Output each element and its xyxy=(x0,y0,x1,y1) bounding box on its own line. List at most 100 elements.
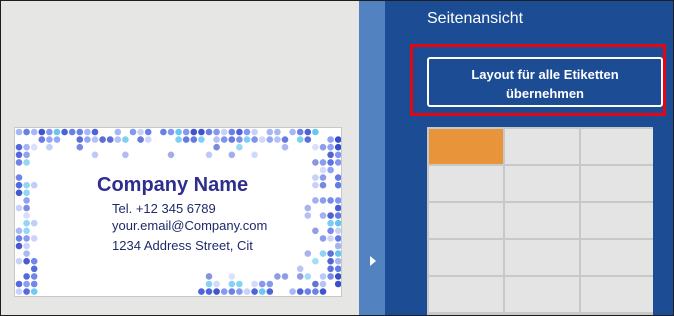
label-cell[interactable] xyxy=(505,203,579,238)
decorative-dot xyxy=(266,136,274,143)
decorative-dot xyxy=(30,265,38,273)
decorative-dot xyxy=(334,212,341,219)
decorative-dot xyxy=(15,189,23,197)
decorative-dot xyxy=(205,151,213,159)
decorative-dot xyxy=(91,136,99,143)
label-cell[interactable] xyxy=(505,129,579,164)
label-cell[interactable] xyxy=(429,166,503,201)
apply-layout-label-line2: übernehmen xyxy=(505,86,584,101)
decorative-dot xyxy=(30,219,38,227)
decorative-dot xyxy=(296,136,304,143)
decorative-dot xyxy=(213,288,220,295)
phone-text[interactable]: Tel. +12 345 6789 xyxy=(112,201,216,216)
decorative-dot xyxy=(281,136,289,143)
decorative-dot xyxy=(53,136,61,143)
label-cell[interactable] xyxy=(429,240,503,275)
decorative-dot xyxy=(30,235,38,242)
decorative-dot xyxy=(274,128,281,136)
label-cell[interactable] xyxy=(505,166,579,201)
decorative-dot xyxy=(129,128,137,136)
decorative-dot xyxy=(281,273,289,280)
decorative-dot xyxy=(122,151,129,159)
page-view-panel: Seitenansicht Layout für alle Etiketten … xyxy=(385,1,673,315)
decorative-dot xyxy=(84,136,91,143)
decorative-dot xyxy=(160,128,167,136)
label-cell[interactable] xyxy=(505,240,579,275)
decorative-dot xyxy=(23,250,30,257)
company-name-text[interactable]: Company Name xyxy=(97,174,248,197)
label-cell[interactable] xyxy=(581,166,653,201)
decorative-dot xyxy=(312,197,319,204)
decorative-dot xyxy=(334,273,341,280)
decorative-dot xyxy=(304,212,312,219)
decorative-dot xyxy=(296,128,304,136)
decorative-dot xyxy=(228,288,236,295)
decorative-dot xyxy=(327,227,334,235)
decorative-dot xyxy=(23,212,30,219)
decorative-dot xyxy=(319,273,327,280)
decorative-dot xyxy=(84,128,91,136)
decorative-dot xyxy=(167,128,175,136)
decorative-dot xyxy=(312,257,319,265)
decorative-dot xyxy=(23,242,30,250)
decorative-dot xyxy=(266,280,274,288)
decorative-dot xyxy=(228,136,236,143)
business-card-preview[interactable]: Company Name Tel. +12 345 6789 your.emai… xyxy=(14,127,342,297)
decorative-dot xyxy=(23,280,30,288)
label-cell[interactable] xyxy=(581,203,653,238)
selected-label-cell[interactable] xyxy=(429,129,503,164)
decorative-dot xyxy=(327,151,334,159)
decorative-dot xyxy=(23,257,30,265)
email-text[interactable]: your.email@Company.com xyxy=(112,218,267,233)
panel-toggle-bar[interactable] xyxy=(359,1,385,315)
decorative-dot xyxy=(228,273,236,280)
decorative-dot xyxy=(327,257,334,265)
decorative-dot xyxy=(61,128,68,136)
apply-layout-to-all-labels-button[interactable]: Layout für alle Etiketten übernehmen xyxy=(427,57,663,107)
expand-arrow-icon[interactable] xyxy=(370,256,376,266)
decorative-dot xyxy=(243,136,251,143)
decorative-dot xyxy=(334,143,341,151)
decorative-dot xyxy=(30,257,38,265)
decorative-dot xyxy=(266,128,274,136)
decorative-dot xyxy=(334,242,341,250)
decorative-dot xyxy=(319,166,327,174)
label-cell[interactable] xyxy=(429,277,503,312)
decorative-dot xyxy=(46,143,53,151)
decorative-dot xyxy=(15,151,23,159)
decorative-dot xyxy=(228,151,236,159)
decorative-dot xyxy=(53,128,61,136)
decorative-dot xyxy=(23,288,30,295)
decorative-dot xyxy=(319,212,327,219)
decorative-dot xyxy=(30,288,38,295)
label-cell[interactable] xyxy=(581,129,653,164)
decorative-dot xyxy=(15,204,23,212)
label-cell[interactable] xyxy=(581,277,653,312)
decorative-dot xyxy=(319,288,327,295)
label-cell[interactable] xyxy=(505,277,579,312)
decorative-dot xyxy=(23,143,30,151)
address-text[interactable]: 1234 Address Street, Cit xyxy=(112,238,253,253)
decorative-dot xyxy=(228,128,236,136)
decorative-dot xyxy=(114,128,122,136)
window-frame: Company Name Tel. +12 345 6789 your.emai… xyxy=(0,0,674,316)
decorative-dot xyxy=(312,174,319,181)
decorative-dot xyxy=(23,197,30,204)
decorative-dot xyxy=(15,159,23,166)
decorative-dot xyxy=(251,280,258,288)
decorative-dot xyxy=(334,181,341,189)
decorative-dot xyxy=(220,136,228,143)
decorative-dot xyxy=(30,280,38,288)
label-cell[interactable] xyxy=(581,240,653,275)
decorative-dot xyxy=(312,128,319,136)
decorative-dot xyxy=(334,235,341,242)
decorative-dot xyxy=(319,235,327,242)
decorative-dot xyxy=(213,128,220,136)
label-cell[interactable] xyxy=(429,203,503,238)
decorative-dot xyxy=(304,288,312,295)
decorative-dot xyxy=(15,288,23,295)
decorative-dot xyxy=(213,136,220,143)
decorative-dot xyxy=(23,219,30,227)
decorative-dot xyxy=(167,151,175,159)
decorative-dot xyxy=(205,273,213,280)
